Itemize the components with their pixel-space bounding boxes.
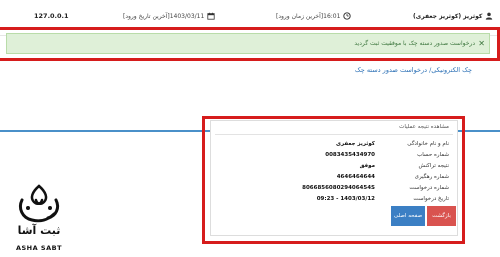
row-value-request-number: 806685608029406454S xyxy=(302,185,375,191)
clock-icon xyxy=(343,12,352,20)
back-button[interactable]: بازگشت xyxy=(427,206,456,226)
row-label-account-number: شماره حساب xyxy=(417,152,449,158)
user-icon xyxy=(486,12,493,20)
breadcrumb[interactable]: چک الکترونیکی/ درخواست صدور دسته چک xyxy=(355,66,472,74)
row-label-request-date: تاریخ درخواست xyxy=(413,196,449,202)
card-divider xyxy=(215,134,453,135)
breadcrumb-text[interactable]: چک الکترونیکی/ درخواست صدور دسته چک xyxy=(355,66,472,74)
ip-address: 127.0.0.1 xyxy=(34,12,69,20)
row-value-request-date: 1403/03/12 - 09:23 xyxy=(316,196,375,202)
last-login-date: [آخرین تاریخ ورود]1403/03/11 xyxy=(123,12,215,20)
user-menu[interactable]: کوثریز (کوثریز جعفری) xyxy=(413,12,493,20)
last-login-time: [آخرین زمان ورود]16:01 xyxy=(276,12,352,20)
ip-address-text: 127.0.0.1 xyxy=(34,12,69,20)
row-value-tracking-number: 4646464644 xyxy=(336,174,375,180)
row-label-transaction-result: نتیجه تراکنش xyxy=(418,163,449,169)
row-label-tracking-number: شماره رهگیری xyxy=(414,174,449,180)
brand-name-en: ASHA SABT xyxy=(15,244,63,252)
asha-sabt-emblem-icon xyxy=(18,184,60,223)
row-value-full-name: کوثریز جعفری xyxy=(335,141,375,147)
row-label-request-number: شماره درخواست xyxy=(409,185,449,191)
close-icon[interactable]: ✕ xyxy=(478,39,485,48)
result-card-title: مشاهده نتیجه عملیات xyxy=(399,124,449,130)
success-alert-message: درخواست صدور دسته چک با موفقیت ثبت گردید xyxy=(354,40,475,47)
success-alert: درخواست صدور دسته چک با موفقیت ثبت گردید… xyxy=(6,33,490,54)
brand-logo: ثبت آشا ASHA SABT xyxy=(10,182,68,254)
last-login-time-text: [آخرین زمان ورود]16:01 xyxy=(276,12,341,20)
row-value-transaction-result: موفق xyxy=(359,163,375,169)
user-name: کوثریز (کوثریز جعفری) xyxy=(413,12,483,20)
brand-name-fa: ثبت آشا xyxy=(17,224,61,237)
last-login-date-text: [آخرین تاریخ ورود]1403/03/11 xyxy=(123,12,205,20)
calendar-icon xyxy=(207,12,215,20)
row-value-account-number: 0083435434970 xyxy=(325,152,375,158)
row-label-full-name: نام و نام خانوادگی xyxy=(407,141,449,147)
home-page-button[interactable]: صفحه اصلی xyxy=(391,206,425,226)
